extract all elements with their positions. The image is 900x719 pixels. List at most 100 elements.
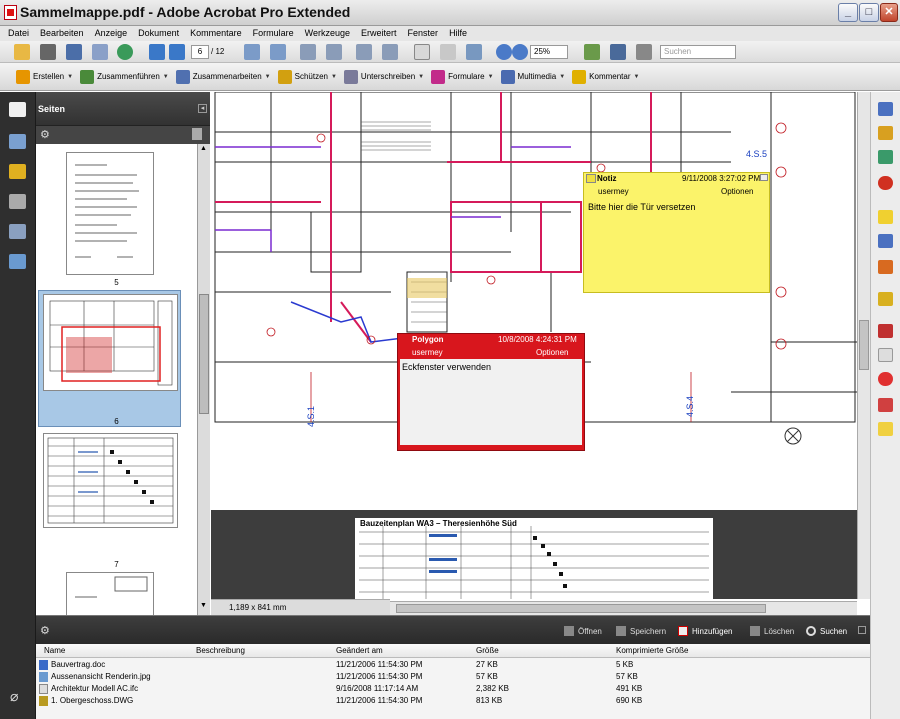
bookmarks-icon[interactable]	[9, 134, 26, 149]
minimize-button[interactable]: _	[838, 3, 858, 22]
page-thumbnail-6[interactable]	[43, 294, 178, 391]
zoom-select[interactable]: 25%	[530, 45, 568, 59]
table-row[interactable]: Architektur Modell AC.ifc 9/16/2008 11:1…	[36, 683, 870, 695]
scroll-down-arrow-icon[interactable]: ▼	[200, 602, 207, 609]
multimedia-button[interactable]: Multimedia ▼	[500, 69, 565, 84]
callout-icon[interactable]	[878, 422, 893, 436]
polygon-text[interactable]: Eckfenster verwenden	[400, 359, 582, 445]
document-vertical-scrollbar[interactable]	[857, 92, 870, 599]
zoom-out-icon[interactable]	[496, 44, 512, 60]
paperclip-icon[interactable]: ⌀	[10, 688, 18, 705]
thumbnail-scroll-thumb[interactable]	[199, 294, 209, 414]
info-icon[interactable]	[878, 102, 893, 116]
fit-page-icon[interactable]	[244, 44, 260, 60]
open-folder-icon[interactable]	[14, 44, 30, 60]
save-icon[interactable]	[66, 44, 82, 60]
single-page-icon[interactable]	[300, 44, 316, 60]
delete-attachment-button[interactable]: Löschen	[764, 627, 794, 636]
page-thumbnail-5[interactable]	[66, 152, 154, 275]
grid-icon[interactable]	[878, 150, 893, 164]
collapse-attachments-button[interactable]	[858, 626, 866, 634]
sign-button[interactable]: Unterschreiben ▼	[343, 69, 424, 84]
note-tool-icon[interactable]	[878, 210, 893, 224]
table-row[interactable]: Bauvertrag.doc 11/21/2006 11:54:30 PM 27…	[36, 659, 870, 671]
menu-dokument[interactable]: Dokument	[138, 26, 179, 41]
oval-icon[interactable]	[878, 372, 893, 386]
open-attachment-button[interactable]: Öffnen	[578, 627, 602, 636]
trash-icon[interactable]	[192, 128, 202, 140]
layers-icon[interactable]	[9, 194, 26, 209]
fullscreen-icon[interactable]	[382, 44, 398, 60]
menu-kommentare[interactable]: Kommentare	[190, 26, 242, 41]
close-button[interactable]: ✕	[880, 3, 898, 22]
maximize-button[interactable]: □	[859, 3, 879, 22]
thumbnail-scrollbar[interactable]: ▲ ▼	[197, 144, 210, 615]
protect-button[interactable]: Schützen ▼	[277, 69, 337, 84]
collaborate-button[interactable]: Zusammenarbeiten ▼	[175, 69, 271, 84]
forms-button[interactable]: Formulare ▼	[431, 69, 494, 84]
table-row[interactable]: Aussenansicht Renderin.jpg 11/21/2006 11…	[36, 671, 870, 683]
rotate-icon[interactable]	[356, 44, 372, 60]
search-attachment-button[interactable]: Suchen	[820, 627, 847, 636]
menu-fenster[interactable]: Fenster	[408, 26, 439, 41]
page-number-input[interactable]: 6	[191, 45, 209, 59]
textfield-icon[interactable]	[878, 348, 893, 362]
snapshot-icon[interactable]	[636, 44, 652, 60]
col-name[interactable]: Name	[44, 644, 65, 658]
add-attachment-button[interactable]: Hinzufügen	[692, 627, 732, 636]
stamp-icon[interactable]	[610, 44, 626, 60]
polygon-comment-popup[interactable]: Polygon 10/8/2008 4:24:31 PM usermey Opt…	[397, 333, 585, 451]
arrow-icon[interactable]	[878, 398, 893, 412]
zoom-tool-icon[interactable]	[466, 44, 482, 60]
vertical-scroll-thumb[interactable]	[859, 320, 869, 370]
fit-width-icon[interactable]	[270, 44, 286, 60]
create-button[interactable]: Erstellen ▼	[16, 69, 73, 84]
menu-datei[interactable]: Datei	[8, 26, 29, 41]
model-tree-icon[interactable]	[9, 254, 26, 269]
note-options[interactable]: Optionen	[721, 187, 753, 196]
note-text[interactable]: Bitte hier die Tür versetzen	[585, 199, 768, 291]
web-icon[interactable]	[117, 44, 133, 60]
page-up-icon[interactable]	[149, 44, 165, 60]
continuous-icon[interactable]	[326, 44, 342, 60]
zoom-in-icon[interactable]	[512, 44, 528, 60]
attachments-gear-icon[interactable]: ⚙	[40, 624, 50, 637]
col-compressed[interactable]: Komprimierte Größe	[616, 644, 688, 658]
print-icon[interactable]	[40, 44, 56, 60]
comments-icon[interactable]	[9, 164, 26, 179]
note-close-button[interactable]	[760, 174, 768, 181]
comment-button[interactable]: Kommentar ▼	[572, 69, 639, 84]
stamp-tool-icon[interactable]	[878, 260, 893, 274]
document-horizontal-scrollbar[interactable]	[390, 601, 857, 615]
menu-formulare[interactable]: Formulare	[253, 26, 294, 41]
col-size[interactable]: Größe	[476, 644, 499, 658]
select-tool-icon[interactable]	[414, 44, 430, 60]
text-edit-icon[interactable]	[878, 234, 893, 248]
scroll-up-arrow-icon[interactable]: ▲	[200, 145, 207, 152]
text-box-icon[interactable]	[878, 292, 893, 306]
col-modified[interactable]: Geändert am	[336, 644, 383, 658]
pages-panel-icon[interactable]	[9, 102, 26, 117]
menu-hilfe[interactable]: Hilfe	[449, 26, 467, 41]
table-row[interactable]: 1. Obergeschoss.DWG 11/21/2006 11:54:30 …	[36, 695, 870, 707]
polygon-options[interactable]: Optionen	[536, 348, 568, 357]
edit-tool-icon[interactable]	[584, 44, 600, 60]
page-thumbnail-8[interactable]	[66, 572, 154, 615]
save-attachment-button[interactable]: Speichern	[630, 627, 666, 636]
collapse-panel-button[interactable]: ◂	[198, 104, 207, 113]
menu-bearbeiten[interactable]: Bearbeiten	[40, 26, 84, 41]
search-input[interactable]: Suchen	[660, 45, 736, 59]
email-icon[interactable]	[92, 44, 108, 60]
menu-erweitert[interactable]: Erweitert	[361, 26, 397, 41]
horizontal-scroll-thumb[interactable]	[396, 604, 766, 613]
options-gear-icon[interactable]: ⚙	[40, 128, 50, 141]
menu-anzeige[interactable]: Anzeige	[95, 26, 128, 41]
page-thumbnail-7[interactable]	[43, 433, 178, 528]
page-down-icon[interactable]	[169, 44, 185, 60]
sticky-note-popup[interactable]: Notiz 9/11/2008 3:27:02 PM usermey Optio…	[583, 172, 770, 293]
combine-button[interactable]: Zusammenführen ▼	[80, 69, 169, 84]
highlight-icon[interactable]	[878, 324, 893, 338]
ruler-icon[interactable]	[878, 126, 893, 140]
target-icon[interactable]	[878, 176, 893, 190]
col-description[interactable]: Beschreibung	[196, 644, 245, 658]
